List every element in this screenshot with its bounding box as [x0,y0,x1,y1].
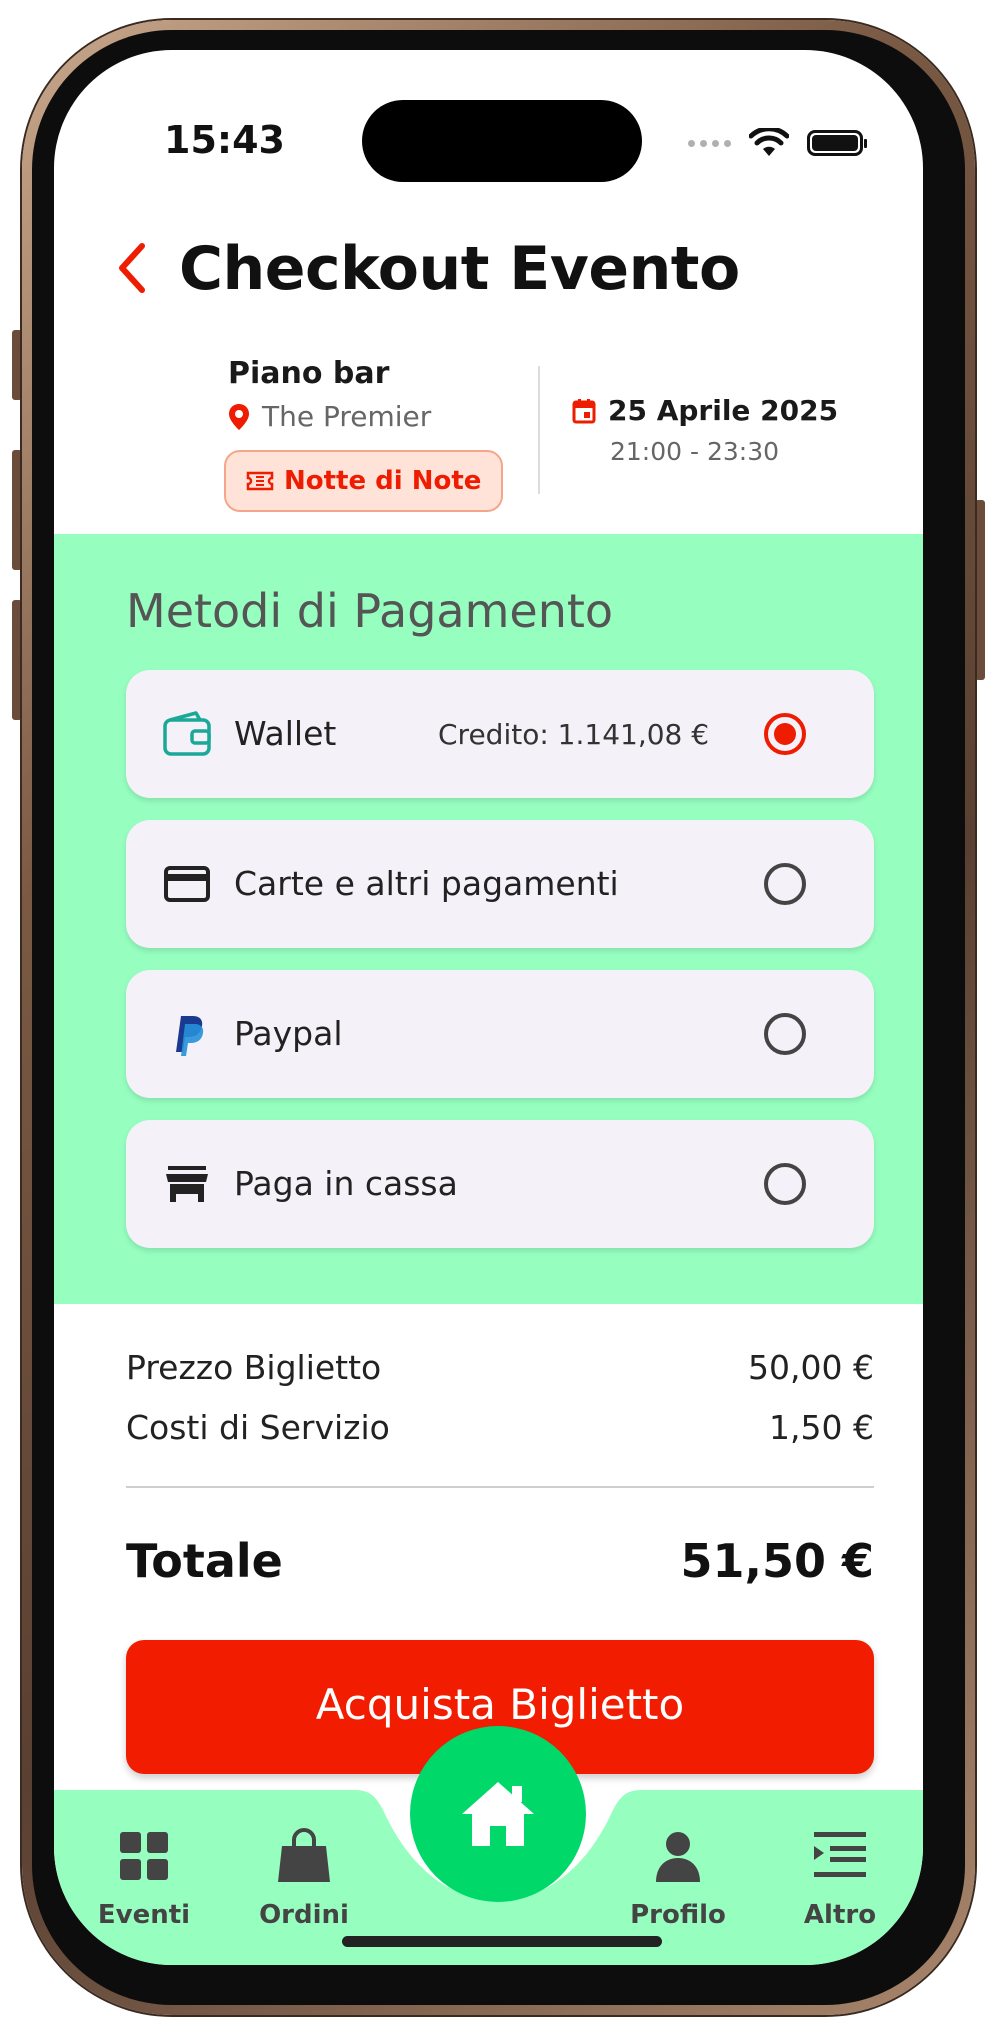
payment-option-store[interactable]: Paga in cassa [126,1120,874,1248]
wallet-icon [163,711,211,756]
radio-store[interactable] [764,1163,806,1205]
venue-name: The Premier [262,400,432,433]
payment-methods-title: Metodi di Pagamento [126,584,614,638]
service-cost-row: Costi di Servizio 1,50 € [126,1408,874,1447]
event-date-text: 25 Aprile 2025 [608,394,839,427]
nav-item-profilo[interactable]: Profilo [608,1826,748,1930]
payment-option-label: Paypal [234,1014,343,1053]
payment-option-label: Wallet [234,714,337,753]
home-indicator [342,1936,662,1947]
summary-divider [126,1486,874,1488]
payment-methods-section: Metodi di Pagamento Wallet Credito: 1.14… [54,534,923,1304]
payment-option-paypal[interactable]: Paypal [126,970,874,1098]
service-cost-label: Costi di Servizio [126,1408,390,1447]
store-icon [166,1166,208,1202]
info-divider [538,366,540,494]
paypal-icon [176,1016,204,1056]
nav-label: Eventi [97,1900,191,1930]
credit-card-icon [164,866,210,902]
location-pin-icon [229,403,249,430]
status-time: 15:43 [164,118,285,162]
status-icons [688,128,867,158]
radio-paypal[interactable] [764,1013,806,1055]
home-button[interactable] [410,1726,586,1902]
payment-option-label: Paga in cassa [234,1164,458,1203]
calendar-icon [572,398,596,423]
shopping-bag-icon [278,1828,330,1882]
radio-wallet[interactable] [764,713,806,755]
total-value: 51,50 € [680,1534,874,1588]
nav-label: Ordini [259,1900,349,1930]
nav-label: Profilo [630,1900,726,1930]
person-icon [656,1832,700,1882]
ticket-price-row: Prezzo Biglietto 50,00 € [126,1348,874,1387]
battery-icon [807,130,867,156]
volume-down-button [12,600,22,720]
menu-icon [814,1832,866,1877]
nav-item-altro[interactable]: Altro [770,1826,910,1930]
event-venue: The Premier [228,400,431,433]
payment-option-wallet[interactable]: Wallet Credito: 1.141,08 € [126,670,874,798]
volume-up-button [12,450,22,570]
ticket-price-label: Prezzo Biglietto [126,1348,382,1387]
ticket-icon [246,471,274,491]
event-time: 21:00 - 23:30 [610,437,780,466]
payment-option-card[interactable]: Carte e altri pagamenti [126,820,874,948]
wifi-icon [749,128,789,156]
home-icon [462,1782,534,1846]
payment-option-label: Carte e altri pagamenti [234,864,619,903]
event-tag[interactable]: Notte di Note [224,450,504,512]
wallet-credit: Credito: 1.141,08 € [438,718,710,751]
nav-item-ordini[interactable]: Ordini [234,1826,374,1930]
radio-card[interactable] [764,863,806,905]
dynamic-island [362,100,642,182]
total-label: Totale [126,1534,283,1588]
cellular-signal-icon [688,139,731,147]
back-chevron-icon[interactable] [110,238,154,298]
event-name: Piano bar [228,356,390,391]
grid-icon [120,1832,168,1880]
power-button [975,500,985,680]
phone-screen: 15:43 Checkout Evento Piano bar The Prem… [54,50,923,1965]
service-cost-value: 1,50 € [769,1408,874,1447]
total-row: Totale 51,50 € [126,1534,874,1588]
nav-label: Altro [803,1900,877,1930]
action-button [12,330,22,400]
event-tag-label: Notte di Note [284,466,482,496]
ticket-price-value: 50,00 € [748,1348,874,1387]
nav-item-eventi[interactable]: Eventi [74,1826,214,1930]
event-date: 25 Aprile 2025 [572,394,838,427]
page-title: Checkout Evento [179,234,740,304]
